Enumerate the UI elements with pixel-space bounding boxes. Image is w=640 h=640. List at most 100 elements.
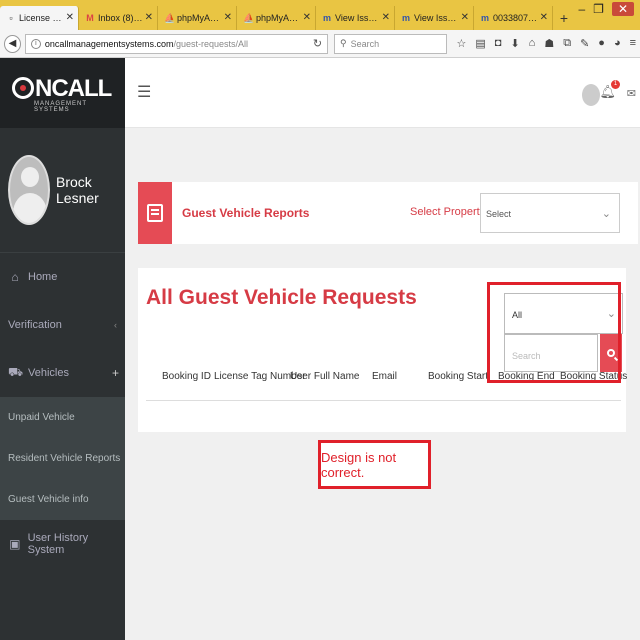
- plus-icon: +: [111, 366, 119, 380]
- mantis-icon: m: [401, 13, 410, 23]
- download-icon[interactable]: ⬇: [510, 37, 519, 50]
- sidebar-item-label: Verification: [8, 319, 62, 331]
- tab-label: Inbox (8) - iamjoh...: [98, 13, 143, 23]
- top-header: ☰ 🔔︎ 1 ✉: [125, 58, 640, 128]
- close-tab-icon[interactable]: ✕: [382, 12, 390, 23]
- minimize-icon[interactable]: –: [578, 2, 585, 16]
- page-icon: ▫: [9, 13, 13, 23]
- menu-icon[interactable]: ≡: [630, 37, 636, 50]
- close-tab-icon[interactable]: ✕: [461, 12, 469, 23]
- reload-icon[interactable]: ↻: [313, 37, 322, 50]
- search-icon: ⚲: [340, 38, 347, 48]
- browser-tab[interactable]: ⛵phpMyAdmin✕: [237, 6, 316, 30]
- sidebar-item-user-history-system[interactable]: ▣ User History System: [0, 520, 125, 568]
- browser-tab[interactable]: ▫ License Change Requ...✕: [0, 6, 79, 30]
- close-tab-icon[interactable]: ✕: [224, 12, 232, 23]
- close-window-icon[interactable]: ✕: [611, 2, 634, 16]
- report-icon-box: [138, 182, 172, 244]
- browser-navbar: ◀ i oncallmanagementsystems.com/guest-re…: [0, 30, 640, 58]
- close-tab-icon[interactable]: ✕: [145, 12, 153, 23]
- color-icon[interactable]: ◕: [614, 37, 621, 50]
- column-header[interactable]: Booking ID: [162, 371, 214, 382]
- notification-badge: 1: [611, 80, 620, 89]
- sidebar-item-label: Vehicles: [28, 367, 69, 379]
- tab-label: View Issues - Man...: [414, 13, 459, 23]
- table-divider: [146, 400, 621, 401]
- report-card: Guest Vehicle Reports Select Property Se…: [138, 182, 638, 244]
- sidebar-subitem-guest-vehicle-info[interactable]: Guest Vehicle info: [0, 479, 125, 520]
- id-card-icon: ▣: [9, 537, 21, 551]
- bookmark-star-icon[interactable]: ☆: [457, 37, 467, 50]
- browser-tabbar: ▫License Change Requ...✕ MInbox (8) - ia…: [0, 0, 640, 30]
- chevron-down-icon: ⌄: [601, 208, 611, 220]
- property-select[interactable]: Select ⌄: [480, 193, 620, 233]
- mantis-icon: m: [480, 13, 489, 23]
- sidebar-item-verification[interactable]: Verification ‹: [0, 301, 125, 349]
- phpmyadmin-icon: ⛵: [164, 13, 176, 23]
- info-icon[interactable]: i: [30, 38, 41, 49]
- sidebar-subitem-label: Guest Vehicle info: [8, 494, 89, 505]
- extension-icon[interactable]: ☗: [544, 37, 554, 50]
- sidebar-subitem-resident-vehicle-reports[interactable]: Resident Vehicle Reports: [0, 438, 125, 479]
- home-icon: ⌂: [11, 270, 19, 284]
- tab-label: View Issues - Man...: [335, 13, 380, 23]
- close-tab-icon[interactable]: ✕: [303, 12, 311, 23]
- close-tab-icon[interactable]: ✕: [540, 12, 548, 23]
- column-header[interactable]: User Full Name: [290, 371, 372, 382]
- avatar: [8, 155, 50, 225]
- browser-tab[interactable]: m View Issues - Man...✕: [395, 6, 474, 30]
- main-content: Guest Vehicle Reports Select Property Se…: [125, 128, 640, 640]
- sidebar-subitem-unpaid-vehicle[interactable]: Unpaid Vehicle: [0, 397, 125, 438]
- tab-label: 0033807: The maxi...: [493, 13, 538, 23]
- pocket-icon[interactable]: ◘: [495, 37, 502, 50]
- home-icon[interactable]: ⌂: [529, 37, 536, 50]
- new-tab-button[interactable]: +: [553, 6, 575, 30]
- browser-search-placeholder: Search: [350, 38, 380, 49]
- sidebar: NCALL MANAGEMENT SYSTEMS Brock Lesner ⌂ …: [0, 58, 125, 640]
- phpmyadmin-icon: ⛵: [243, 13, 255, 23]
- restore-icon[interactable]: ❐: [593, 2, 604, 16]
- sidebar-subitem-label: Unpaid Vehicle: [8, 412, 75, 423]
- browser-tab[interactable]: m 0033807: The maxi...✕: [474, 6, 553, 30]
- url-path: /guest-requests/All: [173, 38, 248, 49]
- logo-subtitle: MANAGEMENT SYSTEMS: [34, 100, 87, 113]
- globe-icon[interactable]: ●: [598, 37, 605, 50]
- select-property-label: Select Property: [410, 206, 486, 218]
- reader-icon[interactable]: ▤: [475, 37, 485, 50]
- user-profile: Brock Lesner: [0, 128, 125, 253]
- logo-o-icon: [12, 76, 34, 99]
- back-arrow-icon[interactable]: ◀: [4, 34, 21, 53]
- browser-tab[interactable]: M Inbox (8) - iamjoh...✕: [79, 6, 158, 30]
- chevron-left-icon: ‹: [114, 320, 117, 330]
- tab-label: phpMyAdmin: [256, 13, 301, 23]
- user-name: Brock Lesner: [56, 174, 99, 206]
- hamburger-menu-icon[interactable]: ☰: [137, 82, 151, 102]
- close-tab-icon[interactable]: ✕: [66, 12, 74, 23]
- logo[interactable]: NCALL MANAGEMENT SYSTEMS: [0, 58, 125, 128]
- browser-search-input[interactable]: ⚲ Search: [334, 33, 447, 54]
- column-header[interactable]: License Tag Number: [214, 371, 306, 382]
- report-title: Guest Vehicle Reports: [182, 206, 310, 220]
- header-avatar[interactable]: [582, 84, 600, 106]
- browser-tab[interactable]: ⛵phpMyAdmin✕: [158, 6, 237, 30]
- screenshot-icon[interactable]: ⧉: [563, 37, 571, 50]
- sidebar-item-vehicles[interactable]: ⛟ Vehicles +: [0, 349, 125, 397]
- mail-icon[interactable]: ✉: [627, 87, 636, 100]
- car-icon: ⛟: [8, 365, 24, 379]
- url-bar[interactable]: i oncallmanagementsystems.com/guest-requ…: [24, 33, 329, 54]
- pen-icon[interactable]: ✎: [580, 37, 589, 50]
- annotation-note: Design is not correct.: [318, 440, 431, 489]
- sidebar-subitem-label: Resident Vehicle Reports: [8, 453, 121, 464]
- column-header[interactable]: Email: [372, 371, 428, 382]
- vehicles-submenu: Unpaid Vehicle Resident Vehicle Reports …: [0, 397, 125, 520]
- sidebar-item-label: Home: [28, 271, 58, 283]
- sidebar-item-home[interactable]: ⌂ Home: [0, 253, 125, 301]
- tab-label: phpMyAdmin: [177, 13, 222, 23]
- property-select-value: Select: [486, 209, 512, 219]
- annotation-highlight-box: [487, 282, 621, 383]
- page-title: All Guest Vehicle Requests: [146, 286, 417, 309]
- browser-tab[interactable]: m View Issues - Man...✕: [316, 6, 395, 30]
- logo-text: NCALL: [35, 74, 112, 102]
- tab-label: License Change Requ...: [19, 13, 64, 23]
- sidebar-item-label: User History System: [27, 532, 89, 556]
